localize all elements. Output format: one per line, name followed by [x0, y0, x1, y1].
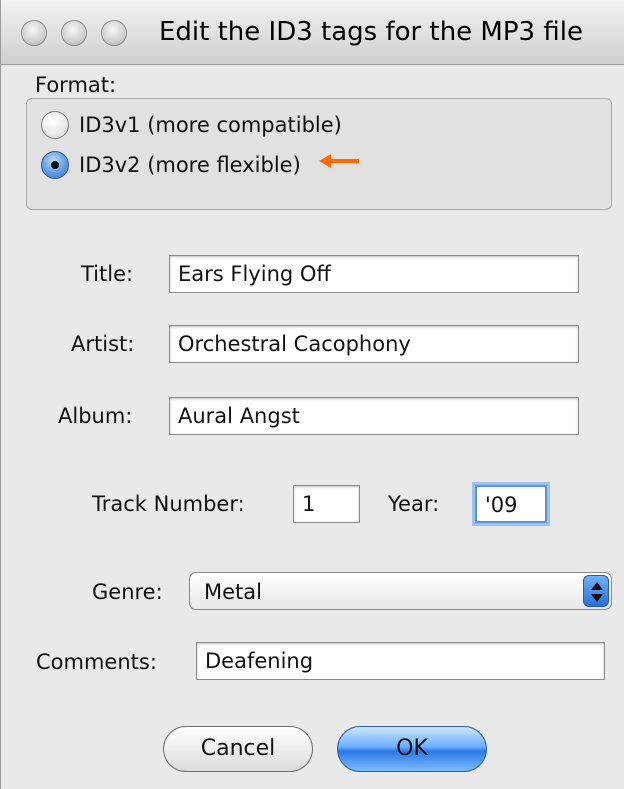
- year-field[interactable]: '09: [475, 485, 547, 523]
- ok-button[interactable]: OK: [337, 726, 487, 772]
- arrow-left-icon: [319, 154, 359, 168]
- close-icon[interactable]: [21, 20, 47, 46]
- year-label: Year:: [388, 492, 440, 516]
- album-label: Album:: [58, 404, 133, 428]
- up-down-arrows-icon[interactable]: [583, 575, 609, 607]
- format-id3v1-radio[interactable]: [41, 111, 69, 139]
- genre-label: Genre:: [92, 580, 163, 604]
- zoom-icon[interactable]: [101, 20, 127, 46]
- title-field[interactable]: Ears Flying Off: [169, 255, 579, 293]
- id3-edit-dialog: Edit the ID3 tags for the MP3 file Forma…: [0, 0, 624, 789]
- format-label: Format:: [35, 73, 117, 97]
- cancel-button[interactable]: Cancel: [163, 726, 313, 772]
- window-title: Edit the ID3 tags for the MP3 file: [159, 17, 583, 47]
- album-field[interactable]: Aural Angst: [169, 397, 579, 435]
- format-id3v2-label[interactable]: ID3v2 (more flexible): [79, 153, 301, 177]
- title-bar[interactable]: Edit the ID3 tags for the MP3 file: [1, 0, 624, 65]
- genre-select[interactable]: Metal: [189, 572, 612, 610]
- artist-label: Artist:: [71, 332, 135, 356]
- comments-label: Comments:: [36, 650, 157, 674]
- track-number-label: Track Number:: [92, 492, 245, 516]
- artist-field[interactable]: Orchestral Cacophony: [169, 325, 579, 363]
- minimize-icon[interactable]: [61, 20, 87, 46]
- track-number-field[interactable]: 1: [293, 485, 360, 523]
- format-id3v2-radio[interactable]: [41, 151, 69, 179]
- genre-selected-value: Metal: [204, 580, 262, 604]
- format-id3v1-label[interactable]: ID3v1 (more compatible): [79, 113, 342, 137]
- title-label: Title:: [81, 262, 134, 286]
- comments-field[interactable]: Deafening: [196, 642, 605, 680]
